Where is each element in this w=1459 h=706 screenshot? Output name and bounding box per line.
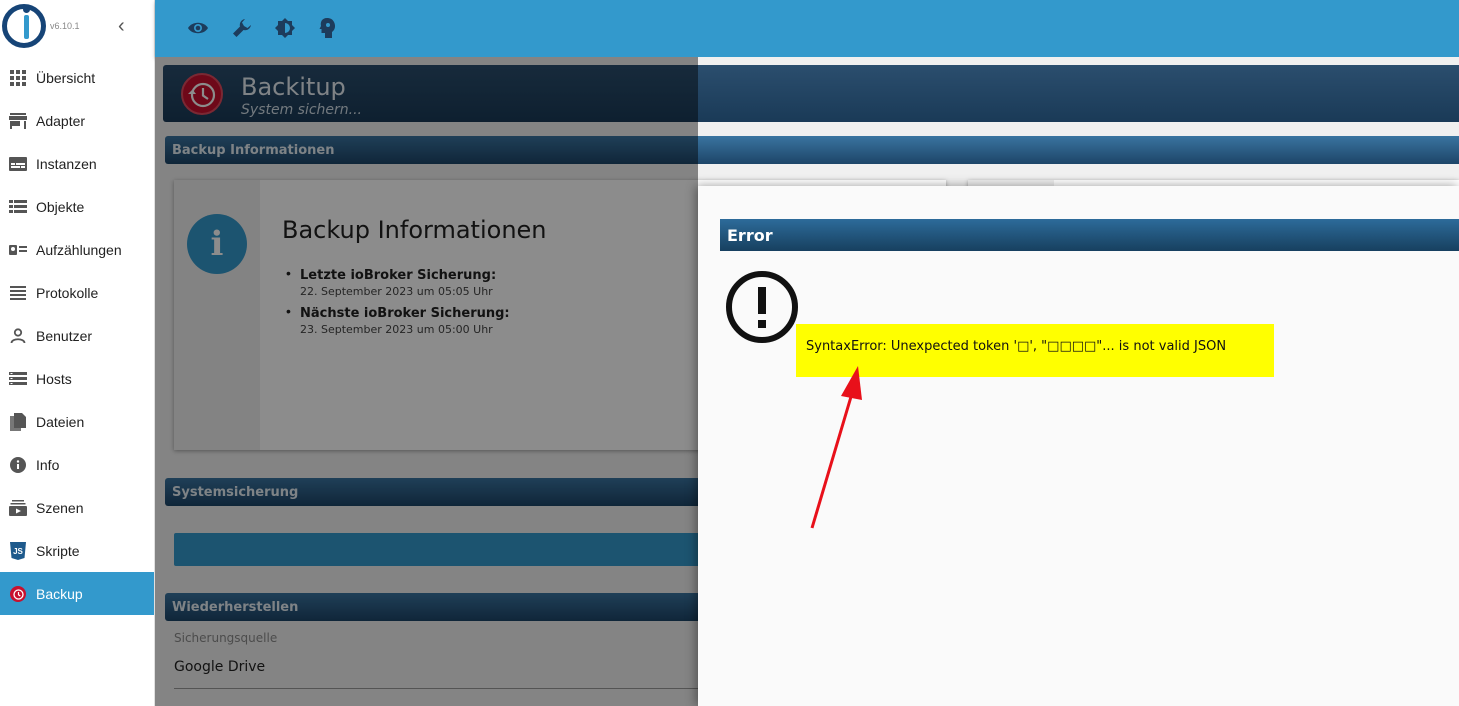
file-icon — [9, 412, 27, 431]
sidebar-item-label: Aufzählungen — [36, 241, 122, 258]
lines-icon — [9, 284, 27, 302]
sidebar: v6.10.1 ‹ Übersicht Adapter Instanzen Ob… — [0, 0, 155, 706]
brightness-icon[interactable] — [274, 17, 296, 39]
badge-icon — [9, 241, 27, 259]
sidebar-item-benutzer[interactable]: Benutzer — [0, 314, 154, 357]
wrench-icon[interactable] — [231, 17, 253, 39]
sidebar-item-skripte[interactable]: JS Skripte — [0, 529, 154, 572]
sidebar-item-uebersicht[interactable]: Übersicht — [0, 56, 154, 99]
grid-icon — [9, 69, 27, 87]
sidebar-item-hosts[interactable]: Hosts — [0, 357, 154, 400]
sidebar-item-label: Skripte — [36, 542, 80, 559]
modal-backdrop[interactable] — [155, 57, 698, 706]
store-icon — [9, 112, 27, 130]
sidebar-item-label: Protokolle — [36, 284, 99, 301]
info-icon — [9, 456, 27, 474]
person-icon — [9, 327, 27, 345]
sidebar-item-label: Adapter — [36, 112, 86, 129]
dialog-title: Error — [720, 219, 1459, 251]
annotation-arrow — [810, 366, 862, 529]
sidebar-item-label: Backup — [36, 585, 83, 602]
subtitles-icon — [9, 155, 27, 173]
sidebar-item-label: Benutzer — [36, 327, 93, 344]
sidebar-item-backup[interactable]: Backup — [0, 572, 154, 615]
logo-bar — [24, 15, 29, 39]
storage-icon — [9, 370, 27, 388]
sidebar-item-label: Dateien — [36, 413, 85, 430]
sidebar-nav: Übersicht Adapter Instanzen Objekte Aufz… — [0, 56, 154, 615]
sidebar-item-label: Info — [36, 456, 60, 473]
sidebar-item-objekte[interactable]: Objekte — [0, 185, 154, 228]
eye-icon[interactable] — [187, 17, 209, 39]
sidebar-item-info[interactable]: Info — [0, 443, 154, 486]
sidebar-item-label: Instanzen — [36, 155, 97, 172]
subscriptions-icon — [9, 499, 27, 517]
sidebar-item-aufzaehlungen[interactable]: Aufzählungen — [0, 228, 154, 271]
sidebar-item-adapter[interactable]: Adapter — [0, 99, 154, 142]
sidebar-item-label: Objekte — [36, 198, 85, 215]
iobroker-logo[interactable] — [2, 4, 46, 48]
svg-text:JS: JS — [13, 547, 23, 556]
js-icon: JS — [9, 541, 27, 560]
sidebar-item-instanzen[interactable]: Instanzen — [0, 142, 154, 185]
version-label: v6.10.1 — [50, 21, 80, 31]
sidebar-item-dateien[interactable]: Dateien — [0, 400, 154, 443]
sidebar-item-label: Szenen — [36, 499, 84, 516]
top-toolbar — [155, 0, 1459, 57]
sidebar-item-label: Übersicht — [36, 69, 96, 86]
sidebar-item-label: Hosts — [36, 370, 72, 387]
backup-icon — [9, 585, 27, 603]
sidebar-item-szenen[interactable]: Szenen — [0, 486, 154, 529]
collapse-sidebar-icon[interactable]: ‹ — [118, 16, 125, 36]
sidebar-item-protokolle[interactable]: Protokolle — [0, 271, 154, 314]
logo-dot — [23, 6, 30, 13]
expert-head-icon[interactable] — [317, 17, 339, 39]
exclamation-circle-icon — [725, 270, 799, 344]
list-icon — [9, 198, 27, 216]
